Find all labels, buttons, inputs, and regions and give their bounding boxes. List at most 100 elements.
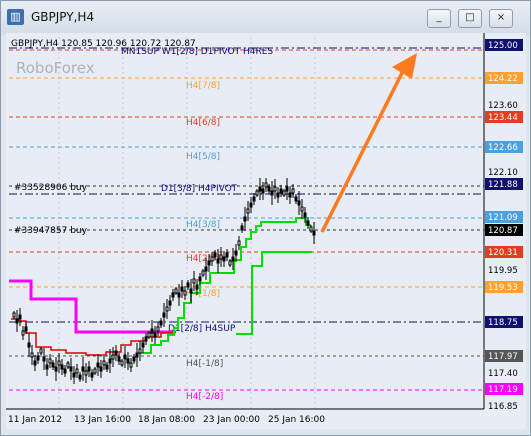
label-7-8: H4[7/8] <box>186 81 220 91</box>
candle-body <box>246 208 250 214</box>
candle-body <box>12 312 16 318</box>
candle-body <box>54 366 58 372</box>
candle-body <box>72 372 76 378</box>
candle-body <box>258 186 262 192</box>
candle-body <box>36 355 40 361</box>
candle-body <box>96 362 100 368</box>
candle-body <box>300 206 304 212</box>
candle-body <box>24 326 28 332</box>
candle-body <box>225 252 229 258</box>
candle-body <box>123 354 127 360</box>
candle-body <box>219 254 223 260</box>
candle-body <box>15 318 19 324</box>
candle-body <box>60 364 64 370</box>
candle-body <box>30 352 34 358</box>
title-bar[interactable]: ▥ GBPJPY,H4 _ □ × <box>1 1 530 35</box>
order-label-1[interactable]: #33528906 buy <box>14 183 88 193</box>
candle-body <box>234 250 238 256</box>
price-tag: 116.85 <box>488 402 518 412</box>
chart-app-icon: ▥ <box>7 9 24 25</box>
candle-body <box>78 374 82 380</box>
candle-body <box>291 188 295 194</box>
label-3-8: H4[3/8] <box>186 220 220 230</box>
watermark-logo: RoboForex <box>16 59 95 77</box>
candle-body <box>261 188 265 194</box>
label-minus-1-8: H4[-1/8] <box>186 359 223 369</box>
candle-body <box>39 348 43 354</box>
candle-body <box>108 358 112 364</box>
candle-body <box>117 356 121 362</box>
candle-body <box>144 336 148 342</box>
candle-body <box>135 352 139 358</box>
candle-body <box>204 266 208 272</box>
candle-body <box>237 240 241 246</box>
price-tag: 123.44 <box>488 113 518 123</box>
price-tag: 117.97 <box>488 352 518 362</box>
candle-body <box>285 186 289 192</box>
candle-body <box>126 358 130 364</box>
price-tag: 121.09 <box>488 213 518 223</box>
price-tag: 124.22 <box>488 74 518 84</box>
price-tag: 122.66 <box>488 143 518 153</box>
candle-body <box>270 190 274 196</box>
candle-body <box>162 312 166 318</box>
price-chart[interactable]: GBPJPY,H4 120.85 120.96 120.72 120.87 Ro… <box>6 33 526 429</box>
candle-body <box>183 290 187 296</box>
candle-body <box>171 292 175 298</box>
label-minus-2-8: H4[-2/8] <box>186 392 223 402</box>
candle-body <box>81 366 85 372</box>
candle-body <box>276 192 280 198</box>
candle-body <box>42 356 46 362</box>
candle-body <box>201 270 205 276</box>
minimize-button[interactable]: _ <box>427 9 451 28</box>
candle-body <box>189 288 193 294</box>
candle-body <box>297 200 301 206</box>
candle-body <box>243 216 247 222</box>
candle-body <box>156 326 160 332</box>
time-label-2: 13 Jan 16:00 <box>74 415 131 425</box>
candle-body <box>132 356 136 362</box>
candle-body <box>102 360 106 366</box>
candle-body <box>51 362 55 368</box>
price-tag: 120.31 <box>488 248 518 258</box>
candle-body <box>21 330 25 336</box>
candle-body <box>111 354 115 360</box>
candle-body <box>150 328 154 334</box>
candle-body <box>141 342 145 348</box>
candle-body <box>87 366 91 372</box>
candle-body <box>222 256 226 262</box>
candle-body <box>66 362 70 368</box>
candle-body <box>267 186 271 192</box>
candle-body <box>75 368 79 374</box>
candle-body <box>306 220 310 226</box>
candle-body <box>57 360 61 366</box>
candle-body <box>213 252 217 258</box>
candle-body <box>294 196 298 202</box>
price-tag: 119.95 <box>488 266 518 276</box>
maximize-button[interactable]: □ <box>458 9 482 28</box>
candle-body <box>273 186 277 192</box>
label-6-8: H4[6/8] <box>186 118 220 128</box>
candle-body <box>231 256 235 262</box>
chart-window: ▥ GBPJPY,H4 _ □ × GBPJPY,H4 120.85 120.9… <box>0 0 531 436</box>
candle-body <box>93 368 97 374</box>
candle-body <box>129 362 133 368</box>
candle-body <box>279 188 283 194</box>
candle-body <box>159 320 163 326</box>
price-tag: 118.75 <box>488 318 518 328</box>
candle-body <box>216 258 220 264</box>
price-tag: 117.40 <box>488 369 518 379</box>
candle-body <box>240 225 244 231</box>
close-button[interactable]: × <box>489 9 513 28</box>
candle-body <box>264 182 268 188</box>
candle-body <box>192 278 196 284</box>
candle-body <box>84 370 88 376</box>
time-label-3: 18 Jan 08:00 <box>138 415 195 425</box>
order-label-2[interactable]: #33947857 buy <box>14 226 88 236</box>
candle-body <box>174 288 178 294</box>
candle-body <box>99 366 103 372</box>
candle-body <box>195 284 199 290</box>
candle-body <box>120 360 124 366</box>
price-tag: 117.19 <box>488 385 518 395</box>
candle-body <box>138 348 142 354</box>
